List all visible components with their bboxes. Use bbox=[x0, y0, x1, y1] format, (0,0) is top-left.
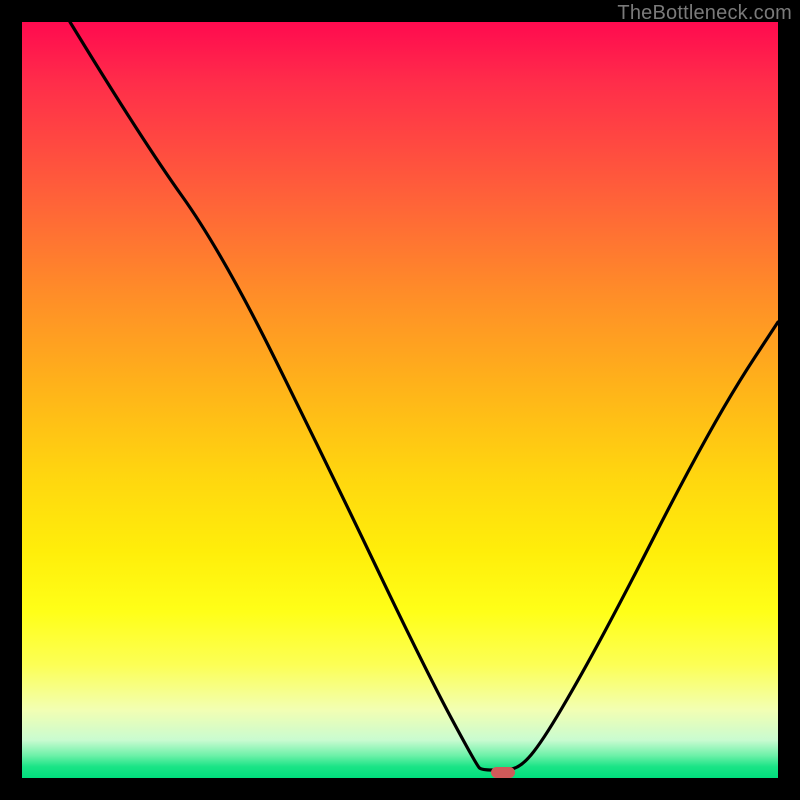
chart-frame: TheBottleneck.com bbox=[0, 0, 800, 800]
watermark-text: TheBottleneck.com bbox=[617, 2, 792, 25]
plot-area bbox=[22, 22, 778, 778]
optimal-marker bbox=[491, 767, 515, 778]
bottleneck-curve bbox=[22, 22, 778, 778]
